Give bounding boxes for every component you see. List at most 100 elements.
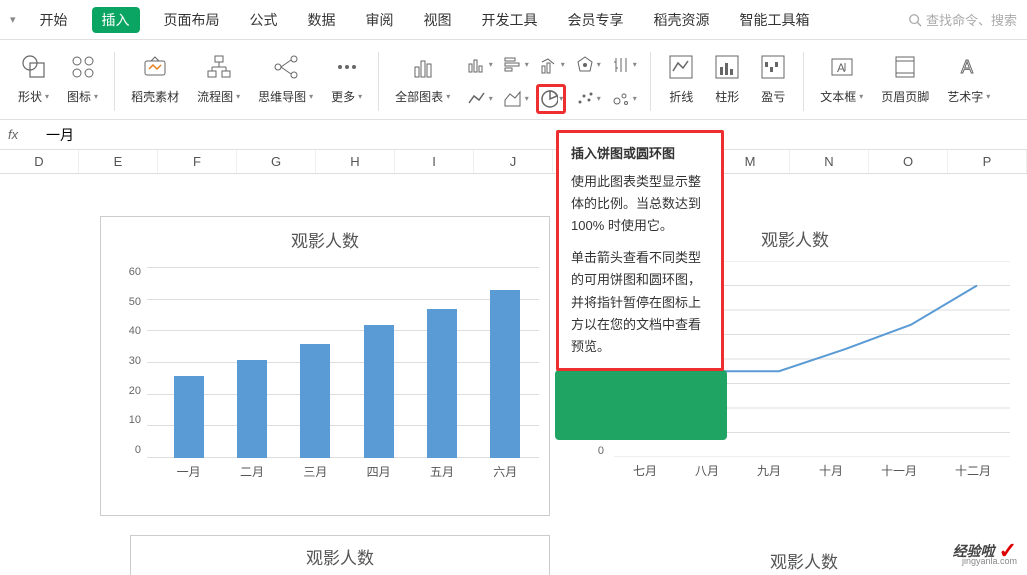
formula-input[interactable]	[42, 125, 1019, 145]
col-head-O[interactable]: O	[869, 150, 948, 173]
menu-view[interactable]: 视图	[418, 6, 458, 34]
bottom-chart-1-title: 观影人数	[131, 536, 549, 575]
sparkline-line-label: 折线	[669, 88, 693, 105]
chevron-down-icon: ▾	[597, 94, 601, 103]
col-head-P[interactable]: P	[948, 150, 1027, 173]
col-head-D[interactable]: D	[0, 150, 79, 173]
mindmap-icon	[272, 50, 300, 84]
daoke-button[interactable]: 稻壳素材	[123, 48, 187, 115]
ribbon-toolbar: 形状▾ 图标▾ 稻壳素材 流程图▾ 思维导图▾ 更多▾ 全部图表▾ ▾ ▾ ▾ …	[0, 40, 1027, 120]
search-placeholder: 查找命令、搜索	[926, 10, 1017, 29]
icons-button[interactable]: 图标▾	[59, 48, 106, 115]
headerfooter-button[interactable]: 页眉页脚	[873, 48, 937, 115]
icons-label: 图标	[67, 88, 91, 105]
chevron-down-icon: ▾	[525, 94, 529, 103]
line-chart-xlabels: 七月八月九月十月十一月十二月	[614, 462, 1010, 479]
area-chart-button[interactable]: ▾	[500, 84, 530, 114]
shapes-button[interactable]: 形状▾	[10, 48, 57, 115]
bar-五月[interactable]	[427, 309, 457, 458]
textbox-button[interactable]: A 文本框▾	[812, 48, 871, 115]
line-chart-button[interactable]: ▾	[464, 84, 494, 114]
chevron-down-icon: ▾	[94, 92, 98, 101]
chevron-down-icon: ▾	[525, 60, 529, 69]
bar-三月[interactable]	[300, 344, 330, 458]
xlabel: 七月	[633, 462, 657, 479]
search-icon	[908, 13, 922, 27]
bar-chart-button[interactable]: ▾	[500, 50, 530, 80]
allcharts-button[interactable]: 全部图表▾	[387, 48, 458, 115]
tooltip-p2: 单击箭头查看不同类型的可用饼图和圆环图，并将指针暂停在图标上方以在您的文档中查看…	[571, 247, 709, 357]
mindmap-button[interactable]: 思维导图▾	[250, 48, 321, 115]
scatter-chart-button[interactable]: ▾	[572, 84, 602, 114]
xlabel: 二月	[240, 463, 264, 480]
tooltip-title: 插入饼图或圆环图	[571, 143, 709, 165]
chevron-down-icon: ▾	[986, 92, 990, 101]
wordart-button[interactable]: A 艺术字▾	[939, 48, 998, 115]
xlabel: 六月	[493, 463, 517, 480]
col-head-H[interactable]: H	[316, 150, 395, 173]
flowchart-icon	[205, 50, 233, 84]
sparkline-line-button[interactable]: 折线	[659, 48, 703, 115]
stock-chart-button[interactable]: ▾	[608, 50, 638, 80]
fx-icon[interactable]: fx	[8, 127, 34, 142]
allcharts-label: 全部图表	[395, 88, 443, 105]
bubble-chart-button[interactable]: ▾	[608, 84, 638, 114]
more-button[interactable]: 更多▾	[323, 48, 370, 115]
chevron-down-icon: ▾	[561, 60, 565, 69]
menu-insert[interactable]: 插入	[92, 7, 140, 33]
command-search[interactable]: 查找命令、搜索	[908, 10, 1017, 29]
col-head-G[interactable]: G	[237, 150, 316, 173]
column-chart-button[interactable]: ▾	[464, 50, 494, 80]
bar-四月[interactable]	[364, 325, 394, 458]
sparkline-line-icon	[667, 50, 695, 84]
menu-formulas[interactable]: 公式	[244, 6, 284, 34]
sparkline-column-button[interactable]: 柱形	[705, 48, 749, 115]
menu-review[interactable]: 审阅	[360, 6, 400, 34]
menu-start[interactable]: 开始	[34, 6, 74, 34]
chevron-down-icon: ▾	[597, 60, 601, 69]
bar-一月[interactable]	[174, 376, 204, 458]
shapes-label: 形状	[18, 88, 42, 105]
menu-pagelayout[interactable]: 页面布局	[158, 6, 226, 34]
chevron-down-icon: ▾	[358, 92, 362, 101]
separator	[114, 52, 115, 111]
col-head-I[interactable]: I	[395, 150, 474, 173]
bar-chart-yaxis: 0102030405060	[117, 266, 141, 456]
sparkline-column-icon	[713, 50, 741, 84]
xlabel: 八月	[695, 462, 719, 479]
sparkline-winloss-label: 盈亏	[761, 88, 785, 105]
menu-devtools[interactable]: 开发工具	[476, 6, 544, 34]
menu-dropdown-icon[interactable]: ▾	[10, 13, 16, 26]
chevron-down-icon: ▾	[633, 60, 637, 69]
sparkline-column-label: 柱形	[715, 88, 739, 105]
sparkline-winloss-button[interactable]: 盈亏	[751, 48, 795, 115]
menu-smarttools[interactable]: 智能工具箱	[734, 6, 816, 34]
col-head-E[interactable]: E	[79, 150, 158, 173]
svg-text:A: A	[837, 61, 845, 75]
bottom-chart-1[interactable]: 观影人数	[130, 535, 550, 575]
radar-chart-button[interactable]: ▾	[572, 50, 602, 80]
headerfooter-label: 页眉页脚	[881, 88, 929, 105]
col-head-J[interactable]: J	[474, 150, 553, 173]
menu-data[interactable]: 数据	[302, 6, 342, 34]
col-head-F[interactable]: F	[158, 150, 237, 173]
watermark-domain: jingyanla.com	[962, 556, 1017, 566]
svg-text:A: A	[961, 57, 973, 77]
combo-chart-button[interactable]: ▾	[536, 50, 566, 80]
menu-daoke[interactable]: 稻壳资源	[648, 6, 716, 34]
xlabel: 十一月	[881, 462, 917, 479]
bar-六月[interactable]	[490, 290, 520, 458]
bar-二月[interactable]	[237, 360, 267, 458]
headerfooter-icon	[891, 50, 919, 84]
menu-member[interactable]: 会员专享	[562, 6, 630, 34]
xlabel: 四月	[367, 463, 391, 480]
flowchart-button[interactable]: 流程图▾	[189, 48, 248, 115]
menu-bar: ▾ 开始 插入 页面布局 公式 数据 审阅 视图 开发工具 会员专享 稻壳资源 …	[0, 0, 1027, 40]
chevron-down-icon: ▾	[236, 92, 240, 101]
pie-chart-button[interactable]: ▾	[536, 84, 566, 114]
chevron-down-icon: ▾	[559, 94, 563, 103]
watermark: 经验啦 ✓ jingyanla.com	[953, 538, 1017, 564]
daoke-icon	[141, 50, 169, 84]
bar-chart-container[interactable]: 观影人数 0102030405060 一月二月三月四月五月六月	[100, 216, 550, 516]
col-head-N[interactable]: N	[790, 150, 869, 173]
